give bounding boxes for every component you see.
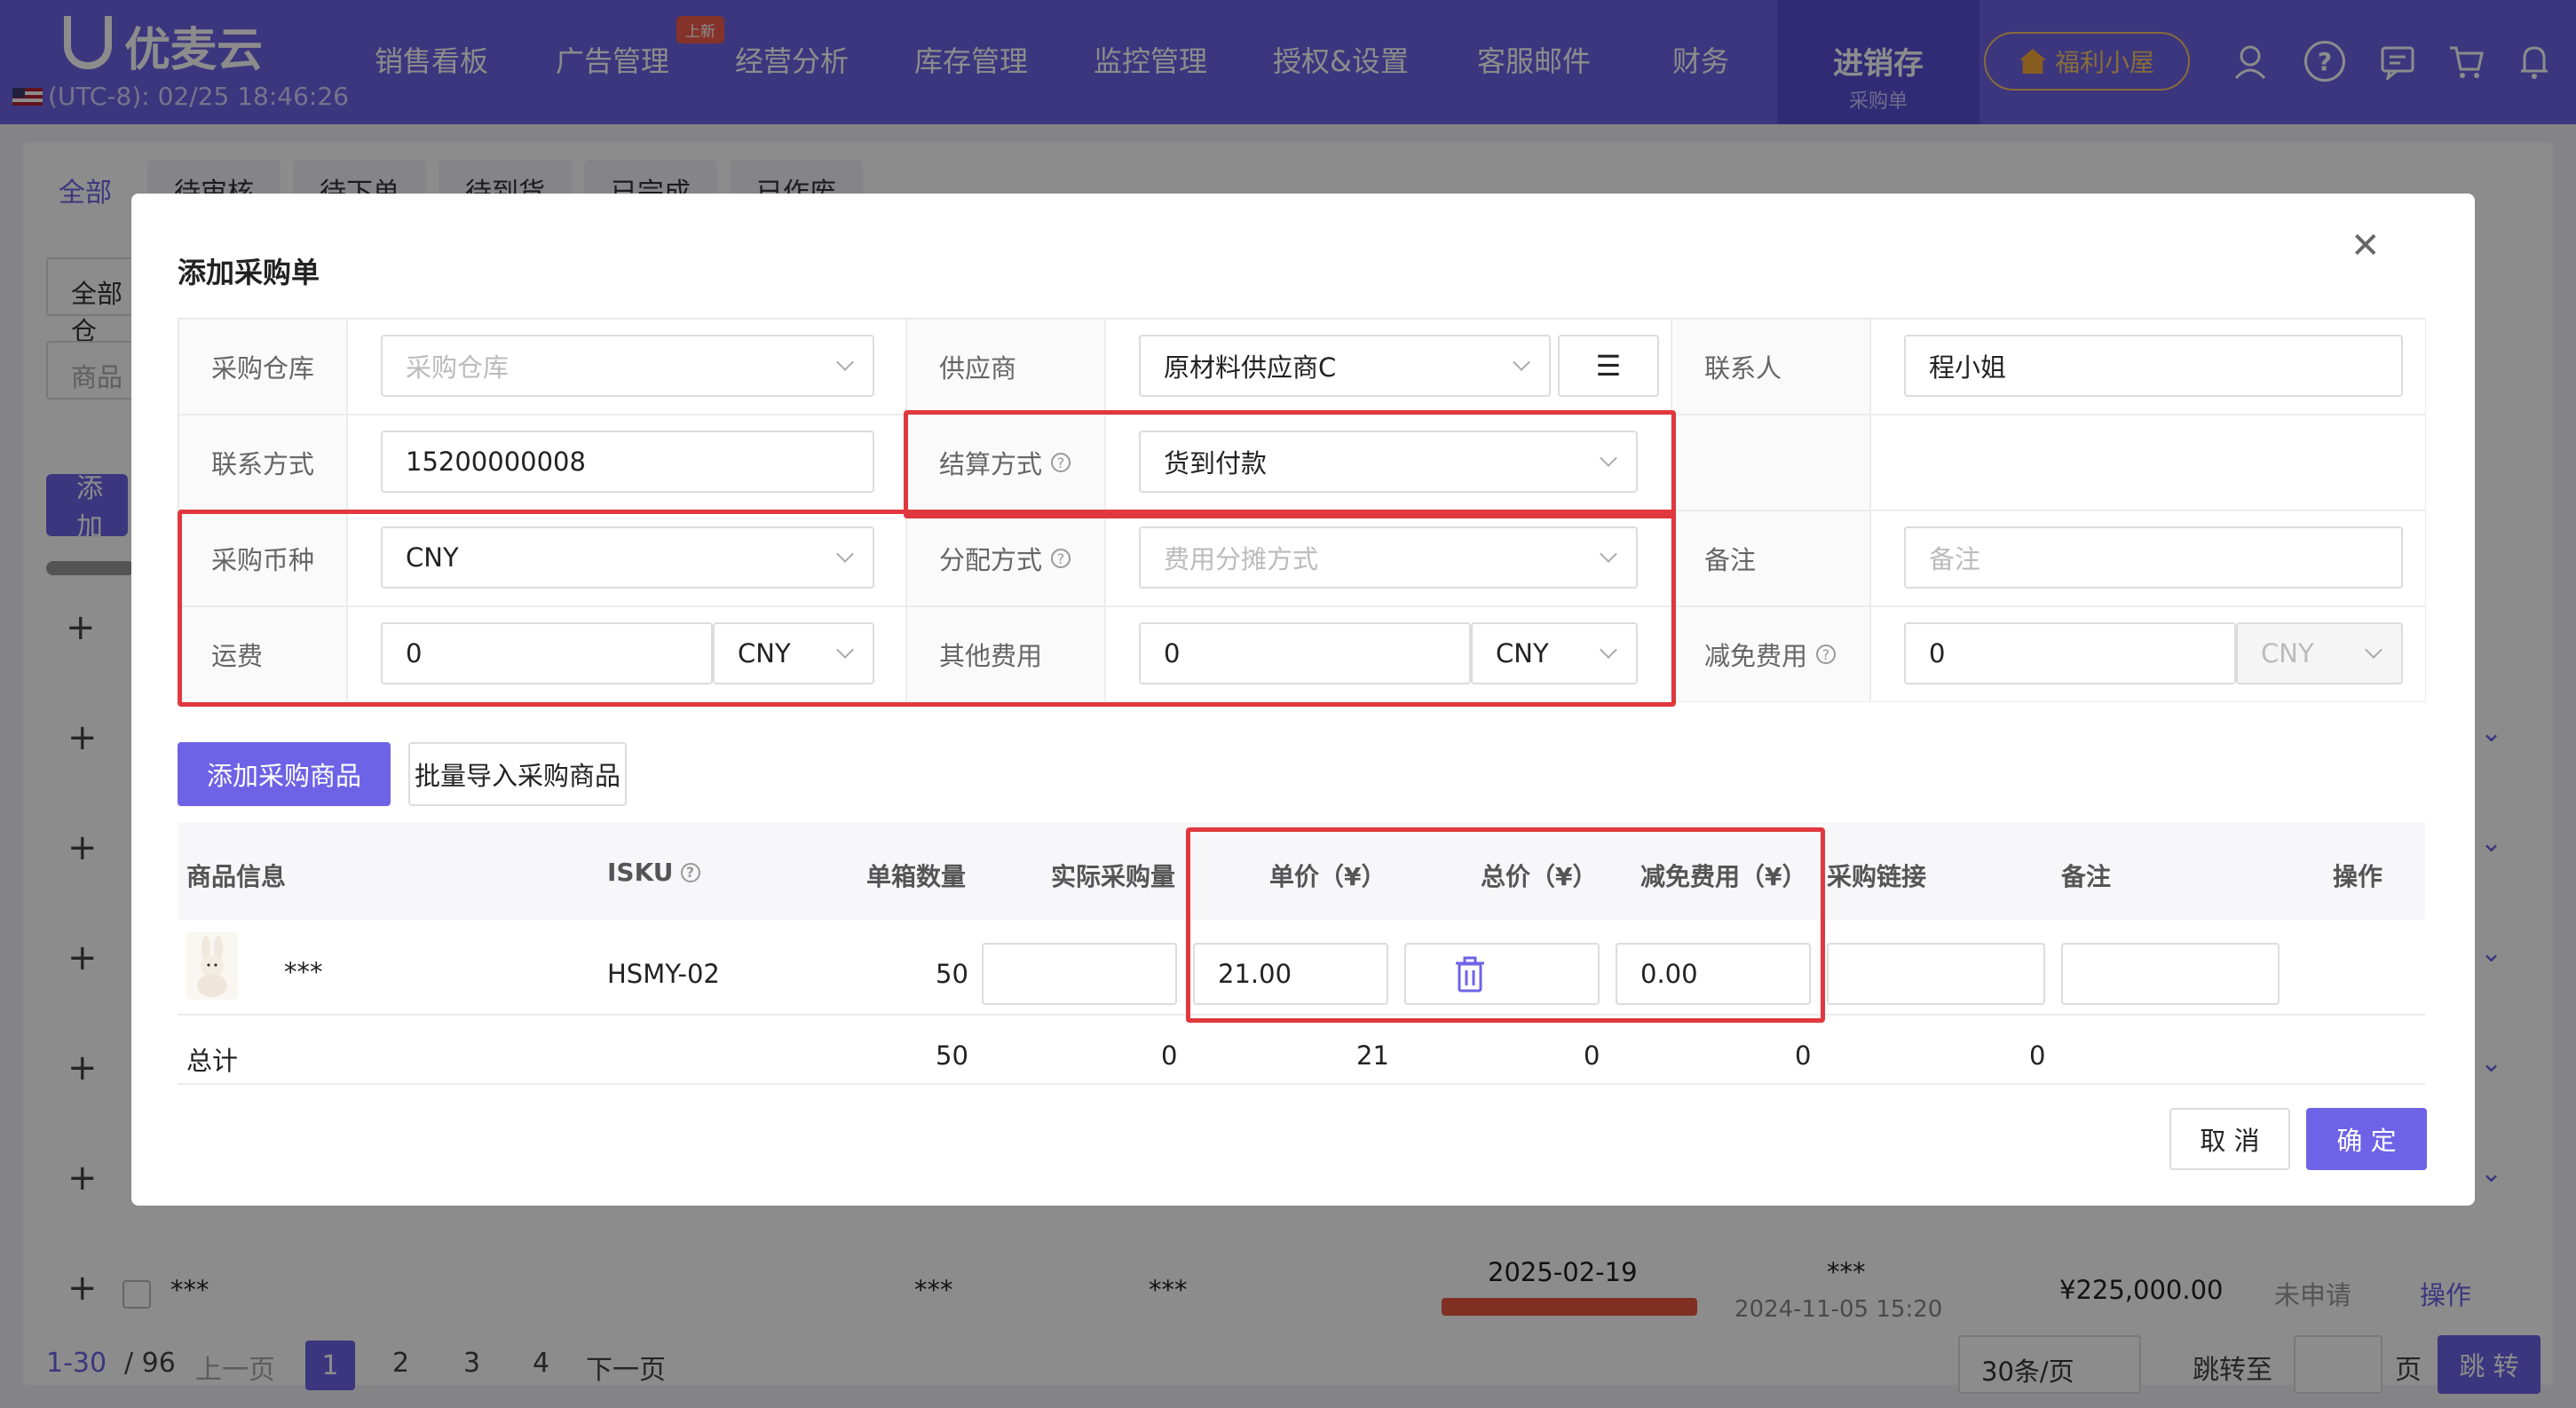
highlight-currency-fees [178,510,1676,707]
discount-fee-field[interactable]: 0 [1904,622,2236,684]
total-box-qty: 50 [936,1040,968,1071]
col-purchase-link: 采购链接 [1827,862,1927,891]
supplier-list-button[interactable]: ☰ [1558,335,1659,397]
col-actual-qty: 实际采购量 [1051,862,1176,891]
highlight-settlement [904,410,1676,518]
actual-qty-input[interactable] [982,943,1177,1005]
discount-currency-select: CNY [2236,622,2403,684]
phone-label: 联系方式 [178,415,347,510]
product-isku: HSMY-02 [607,959,720,989]
list-icon: ☰ [1595,349,1622,383]
total-label: 总计 [186,1046,239,1076]
cancel-button[interactable]: 取 消 [2169,1108,2290,1170]
close-icon[interactable]: ✕ [2351,225,2381,266]
purchase-link-input[interactable] [1827,943,2045,1005]
batch-import-button[interactable]: 批量导入采购商品 [408,742,627,806]
supplier-select[interactable]: 原材料供应商C [1139,335,1551,397]
add-purchase-order-modal: 添加采购单 ✕ 采购仓库 采购仓库 供应商 原材料供应商C ☰ 联系人 程小姐 … [131,194,2475,1206]
warehouse-label: 采购仓库 [178,319,347,415]
product-name: *** [284,957,323,987]
warehouse-select[interactable]: 采购仓库 [381,335,874,397]
supplier-label: 供应商 [906,319,1105,415]
remark-input[interactable] [2061,943,2280,1005]
total-actual-qty: 0 [1161,1040,1178,1071]
col-action: 操作 [2333,862,2383,891]
product-thumbnail [186,932,238,1000]
total-price-sum: 0 [1584,1040,1600,1071]
contact-label: 联系人 [1671,319,1870,415]
col-isku: ISKU? [607,858,700,887]
total-link: 0 [2029,1040,2046,1071]
col-box-qty: 单箱数量 [866,862,967,891]
modal-title: 添加采购单 [178,256,320,289]
add-product-button[interactable]: 添加采购商品 [178,742,391,806]
col-product-info: 商品信息 [186,862,287,891]
col-remark: 备注 [2061,862,2112,891]
help-icon[interactable]: ? [680,862,700,882]
contact-field[interactable]: 程小姐 [1904,335,2403,397]
phone-field[interactable]: 15200000008 [381,431,874,493]
help-icon[interactable]: ? [1816,645,1837,664]
discount-fee-label: 减免费用? [1671,606,1870,702]
confirm-button[interactable]: 确 定 [2306,1108,2427,1170]
remark-label: 备注 [1671,510,1870,606]
product-box-qty: 50 [936,959,968,989]
remark-field[interactable]: 备注 [1904,526,2403,589]
total-unit-price: 21 [1356,1040,1389,1071]
total-discount: 0 [1795,1040,1812,1071]
highlight-price-columns [1186,827,1825,1023]
